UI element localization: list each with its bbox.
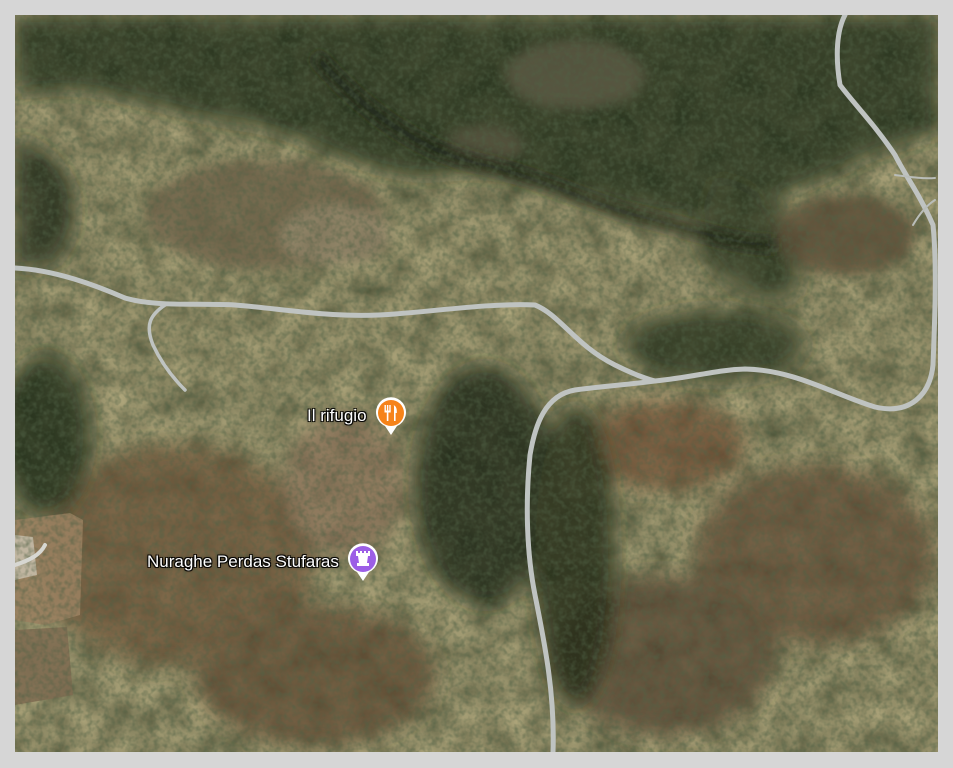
place-marker-nuraghe[interactable]: Nuraghe Perdas Stufaras bbox=[147, 542, 381, 582]
place-marker-restaurant[interactable]: Il rifugio bbox=[307, 396, 409, 436]
satellite-imagery bbox=[15, 15, 938, 752]
map-viewport[interactable]: Il rifugio Nuraghe Perdas Stufaras bbox=[15, 15, 938, 752]
place-label-restaurant[interactable]: Il rifugio bbox=[307, 406, 367, 426]
landmark-pin-icon[interactable] bbox=[345, 542, 381, 582]
restaurant-pin-icon[interactable] bbox=[373, 396, 409, 436]
place-label-nuraghe[interactable]: Nuraghe Perdas Stufaras bbox=[147, 552, 339, 572]
